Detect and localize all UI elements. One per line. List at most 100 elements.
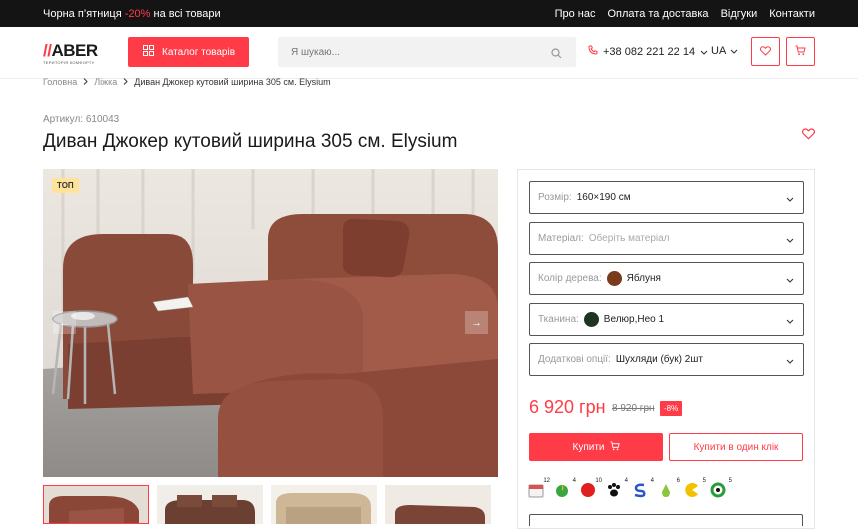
option-label: Додаткові опції: — [538, 354, 611, 365]
badge-count: 12 — [543, 478, 550, 484]
phone-icon — [588, 45, 598, 58]
fabric-swatch — [583, 312, 599, 327]
badge-count: 10 — [595, 478, 602, 484]
chevron-down-icon — [700, 46, 708, 58]
badge-count: 4 — [624, 478, 628, 484]
promo-suffix: на всі товари — [153, 8, 221, 20]
chevron-down-icon — [730, 45, 738, 57]
chevron-right-icon — [83, 77, 88, 87]
nav-about[interactable]: Про нас — [555, 8, 596, 20]
top-bar: Чорна п’ятниця -20% на всі товари Про на… — [0, 0, 858, 27]
chevron-down-icon — [786, 194, 794, 205]
product-sku: Артикул: 610043 — [43, 114, 120, 125]
phone-link[interactable]: +38 082 221 22 14 — [588, 45, 708, 58]
promo-discount: -20% — [124, 8, 151, 20]
option-label: Матеріал: — [538, 233, 584, 244]
arrow-right-icon: → — [471, 316, 482, 329]
payment-badges: 12 4 10 4 4 6 5 5 — [528, 478, 732, 498]
page-title: Диван Джокер кутовий ширина 305 см. Elys… — [43, 131, 458, 152]
thumbnail[interactable] — [385, 485, 491, 524]
gallery-prev-button[interactable]: ← — [53, 311, 76, 334]
chevron-down-icon — [786, 356, 794, 367]
breadcrumb: Головна Ліжка Диван Джокер кутовий ширин… — [43, 77, 331, 87]
arrow-left-icon: ← — [59, 316, 70, 329]
thumbnail[interactable] — [271, 485, 377, 524]
chevron-down-icon — [786, 235, 794, 246]
search-bar — [278, 37, 576, 67]
s-logo-icon[interactable]: 4 — [632, 478, 654, 498]
search-input[interactable] — [291, 37, 541, 67]
language-value: UA — [711, 45, 727, 57]
catalog-label: Каталог товарів — [162, 46, 236, 58]
green-leaf-icon[interactable]: 4 — [554, 478, 576, 498]
breadcrumb-current: Диван Джокер кутовий ширина 305 см. Elys… — [134, 77, 331, 87]
promo-prefix: Чорна п’ятниця — [43, 8, 122, 20]
catalog-button[interactable]: Каталог товарів — [128, 37, 249, 67]
option-label: Розмір: — [538, 192, 572, 203]
material-select[interactable]: Матеріал: Оберіть матеріал — [529, 222, 804, 255]
discount-badge: -8% — [660, 401, 683, 416]
chevron-down-icon — [786, 275, 794, 286]
top-nav: Про нас Оплата та доставка Відгуки Конта… — [555, 8, 815, 20]
thumbnail[interactable] — [43, 485, 149, 524]
cart-icon — [795, 43, 806, 61]
nav-payment-delivery[interactable]: Оплата та доставка — [607, 8, 708, 20]
red-circle-icon[interactable]: 10 — [580, 478, 602, 498]
nav-reviews[interactable]: Відгуки — [721, 8, 758, 20]
extra-options-select[interactable]: Додаткові опції: Шухляди (бук) 2шт — [529, 343, 804, 376]
logo-tagline: ТЕРИТОРІЯ КОМФОРТУ — [43, 60, 95, 65]
old-price: 8 920 грн — [612, 403, 655, 414]
pacman-icon[interactable]: 5 — [684, 478, 706, 498]
main-header: //ABER ТЕРИТОРІЯ КОМФОРТУ Каталог товарі… — [0, 27, 858, 79]
option-value: Шухляди (бук) 2шт — [615, 354, 703, 365]
breadcrumb-category[interactable]: Ліжка — [94, 77, 117, 87]
chevron-right-icon — [123, 77, 128, 87]
site-logo[interactable]: //ABER ТЕРИТОРІЯ КОМФОРТУ — [43, 41, 115, 65]
badge-count: 5 — [702, 478, 706, 484]
buy-button[interactable]: Купити — [529, 433, 663, 461]
fabric-select[interactable]: Тканина: Велюр,Нео 1 — [529, 303, 804, 336]
option-label: Колір дерева: — [538, 273, 602, 284]
add-to-wishlist-icon[interactable] — [801, 127, 816, 145]
nav-contacts[interactable]: Контакти — [769, 8, 815, 20]
wishlist-button[interactable] — [751, 37, 780, 66]
option-value: 160×190 см — [576, 192, 631, 203]
option-label: Тканина: — [538, 314, 579, 325]
cart-icon — [609, 440, 620, 454]
calendar-icon[interactable]: 12 — [528, 478, 550, 498]
search-icon[interactable] — [551, 46, 562, 64]
logo-text: ABER — [51, 41, 98, 60]
wood-color-select[interactable]: Колір дерева: Яблуня — [529, 262, 804, 295]
thumbnail[interactable] — [157, 485, 263, 524]
top-badge: ТОП — [52, 178, 79, 193]
heart-icon — [759, 43, 772, 61]
gallery-next-button[interactable]: → — [465, 311, 488, 334]
option-value: Велюр,Нео 1 — [603, 314, 665, 325]
chevron-down-icon — [786, 316, 794, 327]
option-placeholder: Оберіть матеріал — [588, 233, 670, 244]
thumbnail-strip — [43, 485, 491, 524]
wood-color-swatch — [606, 271, 622, 286]
promo-banner[interactable]: Чорна п’ятниця -20% на всі товари — [43, 8, 221, 20]
option-value: Яблуня — [626, 273, 661, 284]
pear-icon[interactable]: 6 — [658, 478, 680, 498]
phone-number: +38 082 221 22 14 — [603, 45, 696, 58]
current-price: 6 920 грн — [529, 397, 606, 417]
badge-count: 5 — [728, 478, 732, 484]
buy-label: Купити — [572, 441, 605, 453]
badge-count: 6 — [676, 478, 680, 484]
next-section-box — [529, 514, 803, 526]
product-options-panel: Розмір: 160×190 см Матеріал: Оберіть мат… — [517, 169, 815, 529]
cart-button[interactable] — [786, 37, 815, 66]
size-select[interactable]: Розмір: 160×190 см — [529, 181, 804, 214]
paw-icon[interactable]: 4 — [606, 478, 628, 498]
language-selector[interactable]: UA — [711, 45, 738, 57]
badge-count: 4 — [572, 478, 576, 484]
logo-mark: //ABER — [43, 41, 98, 60]
buy-one-click-button[interactable]: Купити в один клік — [669, 433, 803, 461]
product-main-image[interactable] — [43, 169, 498, 477]
grid-icon — [143, 45, 154, 59]
badge-count: 4 — [650, 478, 654, 484]
green-c-icon[interactable]: 5 — [710, 478, 732, 498]
breadcrumb-home[interactable]: Головна — [43, 77, 77, 87]
